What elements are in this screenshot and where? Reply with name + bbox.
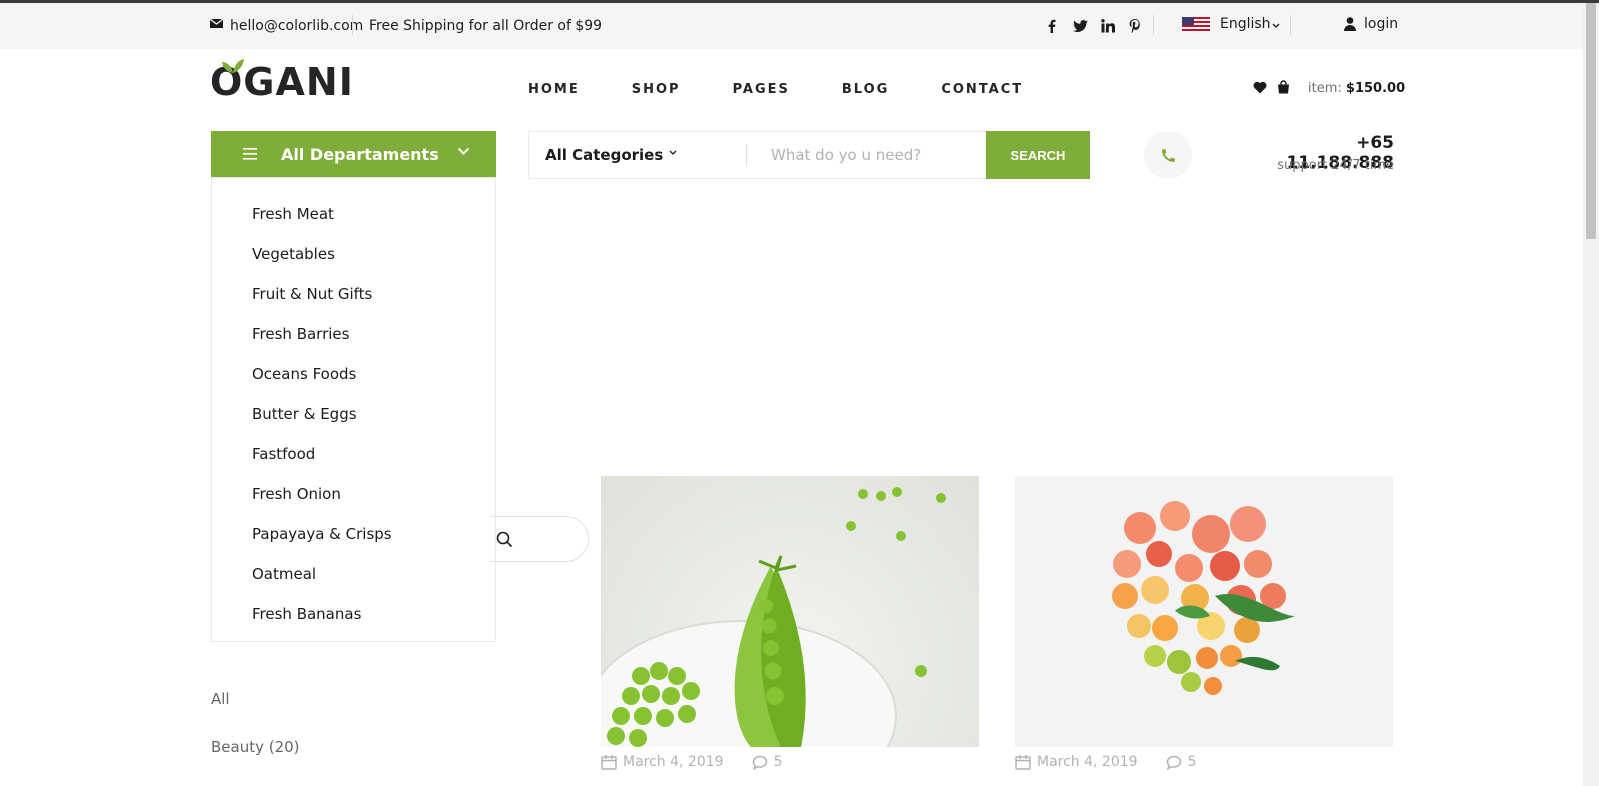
leaf-icon [222, 59, 244, 73]
department-item[interactable]: Fresh Bananas [212, 594, 495, 634]
language-selector[interactable]: English [1182, 16, 1280, 32]
cart-total-label: item: [1308, 81, 1342, 96]
blog-image[interactable] [1015, 476, 1393, 747]
blog-meta: March 4, 2019 5 [601, 754, 783, 770]
blog-meta: March 4, 2019 5 [1015, 754, 1197, 770]
phone-icon-circle [1144, 131, 1192, 179]
header-divider [1290, 15, 1291, 35]
blog-date-text: March 4, 2019 [1037, 754, 1138, 770]
header-email[interactable]: hello@colorlib.com [210, 12, 363, 34]
main-nav: HOME SHOP PAGES BLOG CONTACT [528, 82, 1023, 97]
header-email-text: hello@colorlib.com [230, 18, 364, 34]
all-departments-label: All Departaments [281, 144, 439, 164]
support-text: support 24/7 time [1277, 158, 1394, 173]
login-label: login [1364, 16, 1399, 32]
us-flag-icon [1182, 16, 1210, 32]
department-item[interactable]: Papayaya & Crisps [212, 514, 495, 554]
header-divider [1153, 15, 1154, 35]
department-item[interactable]: Oceans Foods [212, 354, 495, 394]
comment-icon [752, 755, 767, 770]
blog-comments: 5 [752, 754, 783, 770]
scrollbar-thumb[interactable] [1586, 3, 1596, 239]
cart-total: item: $150.00 [1308, 81, 1405, 96]
search-input[interactable] [747, 132, 987, 178]
comment-icon [1166, 755, 1181, 770]
facebook-icon[interactable] [1045, 18, 1059, 33]
search-button[interactable]: SEARCH [986, 131, 1090, 179]
heart-icon[interactable] [1253, 81, 1267, 94]
nav-shop[interactable]: SHOP [632, 82, 681, 97]
blog-date-text: March 4, 2019 [623, 754, 724, 770]
blog-comment-count: 5 [773, 754, 783, 770]
nav-contact[interactable]: CONTACT [941, 82, 1023, 97]
department-item[interactable]: Oatmeal [212, 554, 495, 594]
nav-home[interactable]: HOME [528, 82, 580, 97]
chevron-down-icon [669, 150, 677, 155]
cart-icons [1253, 80, 1290, 94]
blog-date: March 4, 2019 [601, 754, 724, 770]
menu-icon [243, 148, 257, 160]
department-item[interactable]: Fresh Onion [212, 474, 495, 514]
calendar-icon [1015, 755, 1031, 770]
chevron-down-icon [457, 147, 470, 155]
linkedin-icon[interactable] [1101, 18, 1115, 33]
envelope-icon [210, 17, 223, 28]
blog-date: March 4, 2019 [1015, 754, 1138, 770]
shopping-bag-icon[interactable] [1277, 80, 1290, 94]
user-icon [1344, 17, 1356, 31]
department-item[interactable]: Fastfood [212, 434, 495, 474]
header-divider [352, 15, 353, 35]
nav-blog[interactable]: BLOG [842, 82, 889, 97]
cart-total-value: $150.00 [1345, 81, 1406, 96]
blog-comment-count: 5 [1187, 754, 1197, 770]
department-item[interactable]: Fruit & Nut Gifts [212, 274, 495, 314]
pinterest-icon[interactable] [1129, 18, 1143, 33]
category-select[interactable]: All Categories [529, 132, 747, 178]
department-item[interactable]: Fresh Barries [212, 314, 495, 354]
social-links [1045, 18, 1143, 33]
all-departments-toggle[interactable]: All Departaments [211, 131, 496, 177]
calendar-icon [601, 755, 617, 770]
twitter-icon[interactable] [1073, 18, 1088, 33]
sidebar-category-link[interactable]: All [211, 690, 230, 708]
language-label: English [1220, 16, 1271, 32]
chevron-down-icon [1272, 23, 1280, 28]
category-select-label: All Categories [545, 146, 664, 164]
blog-comments: 5 [1166, 754, 1197, 770]
search-icon[interactable] [496, 531, 513, 548]
login-link[interactable]: login [1344, 16, 1398, 32]
sidebar-category-link[interactable]: Beauty (20) [211, 738, 300, 756]
nav-pages[interactable]: PAGES [733, 82, 790, 97]
departments-list: Fresh Meat Vegetables Fruit & Nut Gifts … [211, 177, 496, 642]
department-item[interactable]: Vegetables [212, 234, 495, 274]
phone-icon [1161, 148, 1175, 162]
header-shipping-text: Free Shipping for all Order of $99 [369, 18, 603, 34]
blog-image[interactable] [601, 476, 979, 747]
department-item[interactable]: Fresh Meat [212, 194, 495, 234]
department-item[interactable]: Butter & Eggs [212, 394, 495, 434]
